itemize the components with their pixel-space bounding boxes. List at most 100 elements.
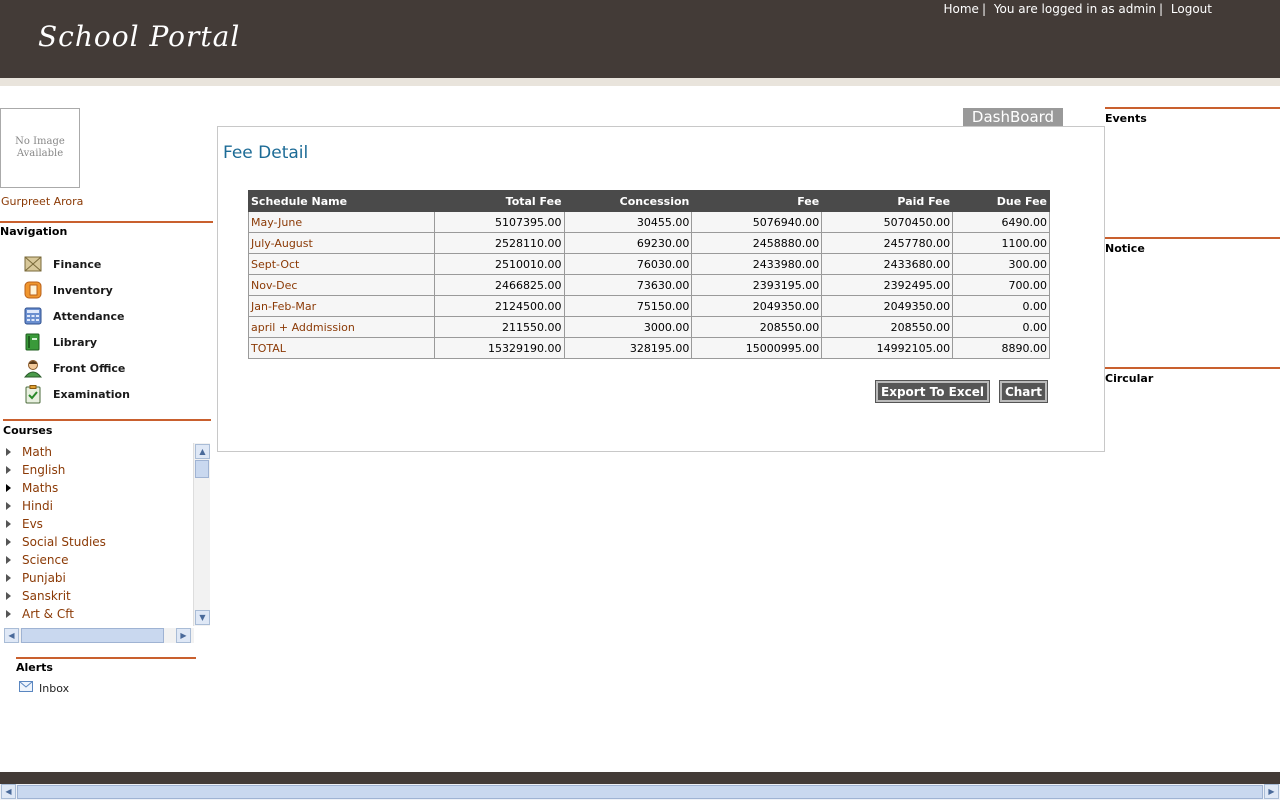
course-item-punjabi[interactable]: Punjabi bbox=[0, 569, 193, 587]
table-cell: 1100.00 bbox=[952, 232, 1050, 254]
column-header: Due Fee bbox=[952, 190, 1050, 212]
table-cell: 76030.00 bbox=[563, 253, 693, 275]
fee-table: Schedule Name Total Fee Concession Fee P… bbox=[248, 190, 1050, 359]
course-list: Math English Maths Hindi Evs Social Stud… bbox=[0, 443, 193, 625]
nav-item-library[interactable]: Library bbox=[22, 331, 97, 353]
course-item-social-studies[interactable]: Social Studies bbox=[0, 533, 193, 551]
scroll-thumb[interactable] bbox=[17, 785, 1263, 799]
table-cell[interactable]: Sept-Oct bbox=[248, 253, 435, 275]
export-to-excel-button[interactable]: Export To Excel bbox=[875, 380, 990, 403]
navigation-title: Navigation bbox=[0, 225, 68, 238]
table-cell: 2457780.00 bbox=[821, 232, 954, 254]
course-item-art-cft[interactable]: Art & Cft bbox=[0, 605, 193, 623]
separator: | bbox=[981, 2, 986, 16]
nav-item-finance[interactable]: Finance bbox=[22, 253, 101, 275]
scroll-right-icon[interactable]: ▶ bbox=[1264, 784, 1279, 799]
table-cell: 69230.00 bbox=[563, 232, 693, 254]
table-cell[interactable]: Jan-Feb-Mar bbox=[248, 295, 435, 317]
table-cell: 2528110.00 bbox=[433, 232, 565, 254]
course-label: Math bbox=[22, 445, 53, 459]
nav-item-front-office[interactable]: Front Office bbox=[22, 357, 125, 379]
expand-arrow-icon[interactable] bbox=[6, 556, 11, 564]
expand-arrow-icon[interactable] bbox=[6, 448, 11, 456]
table-cell[interactable]: May-June bbox=[248, 211, 435, 233]
table-cell: 211550.00 bbox=[433, 316, 565, 338]
course-item-maths[interactable]: Maths bbox=[0, 479, 193, 497]
course-item-sanskrit[interactable]: Sanskrit bbox=[0, 587, 193, 605]
course-item-evs[interactable]: Evs bbox=[0, 515, 193, 533]
inventory-icon bbox=[22, 279, 44, 301]
expand-arrow-icon[interactable] bbox=[6, 610, 11, 618]
courses-vertical-scrollbar[interactable]: ▲ ▼ bbox=[193, 443, 210, 626]
courses-divider bbox=[3, 419, 211, 421]
home-link[interactable]: Home bbox=[944, 2, 979, 16]
inbox-label: Inbox bbox=[39, 681, 70, 695]
scroll-thumb[interactable] bbox=[195, 460, 209, 478]
course-label: Hindi bbox=[22, 499, 53, 513]
table-cell: 2124500.00 bbox=[433, 295, 565, 317]
user-name[interactable]: Gurpreet Arora bbox=[1, 195, 83, 208]
expand-arrow-icon[interactable] bbox=[6, 484, 11, 492]
course-item-hindi[interactable]: Hindi bbox=[0, 497, 193, 515]
chart-button[interactable]: Chart bbox=[999, 380, 1048, 403]
table-cell[interactable]: July-August bbox=[248, 232, 435, 254]
table-row: May-June 5107395.00 30455.00 5076940.00 … bbox=[248, 211, 1050, 233]
footer-bar bbox=[0, 772, 1280, 784]
scroll-down-icon[interactable]: ▼ bbox=[195, 610, 210, 625]
table-row: Jan-Feb-Mar 2124500.00 75150.00 2049350.… bbox=[248, 295, 1050, 317]
scroll-left-icon[interactable]: ◀ bbox=[1, 784, 16, 799]
table-cell: 15329190.00 bbox=[433, 337, 565, 359]
nav-label: Examination bbox=[53, 387, 130, 401]
scroll-right-icon[interactable]: ▶ bbox=[176, 628, 191, 643]
page-horizontal-scrollbar[interactable]: ◀ ▶ bbox=[0, 784, 1280, 800]
table-cell: 700.00 bbox=[952, 274, 1050, 296]
expand-arrow-icon[interactable] bbox=[6, 574, 11, 582]
course-item-english[interactable]: English bbox=[0, 461, 193, 479]
nav-item-inventory[interactable]: Inventory bbox=[22, 279, 113, 301]
courses-horizontal-scrollbar[interactable]: ◀ ▶ bbox=[4, 628, 194, 643]
column-header: Fee bbox=[691, 190, 823, 212]
table-cell[interactable]: Nov-Dec bbox=[248, 274, 435, 296]
table-header-row: Schedule Name Total Fee Concession Fee P… bbox=[248, 190, 1050, 212]
table-cell: 2510010.00 bbox=[433, 253, 565, 275]
table-cell: 73630.00 bbox=[563, 274, 693, 296]
inbox-link[interactable]: Inbox bbox=[19, 681, 69, 695]
library-icon bbox=[22, 331, 44, 353]
attendance-icon bbox=[22, 305, 44, 327]
courses-title: Courses bbox=[3, 424, 53, 437]
scroll-left-icon[interactable]: ◀ bbox=[4, 628, 19, 643]
table-row: Sept-Oct 2510010.00 76030.00 2433980.00 … bbox=[248, 253, 1050, 275]
expand-arrow-icon[interactable] bbox=[6, 592, 11, 600]
table-cell: 3000.00 bbox=[563, 316, 693, 338]
nav-label: Finance bbox=[53, 257, 102, 271]
course-item-math[interactable]: Math bbox=[0, 443, 193, 461]
course-label: Evs bbox=[22, 517, 43, 531]
course-item-science[interactable]: Science bbox=[0, 551, 193, 569]
circular-divider bbox=[1105, 367, 1280, 369]
course-label: Maths bbox=[22, 481, 59, 495]
scroll-up-icon[interactable]: ▲ bbox=[195, 444, 210, 459]
nav-item-attendance[interactable]: Attendance bbox=[22, 305, 124, 327]
dashboard-tab[interactable]: DashBoard bbox=[963, 108, 1063, 126]
nav-label: Library bbox=[53, 335, 98, 349]
expand-arrow-icon[interactable] bbox=[6, 466, 11, 474]
expand-arrow-icon[interactable] bbox=[6, 520, 11, 528]
course-label: Art & Cft bbox=[22, 607, 74, 621]
courses-tree: Math English Maths Hindi Evs Social Stud… bbox=[0, 443, 210, 643]
logout-link[interactable]: Logout bbox=[1171, 2, 1212, 16]
header-strip bbox=[0, 78, 1280, 86]
notice-title: Notice bbox=[1105, 242, 1145, 255]
table-cell: 30455.00 bbox=[563, 211, 693, 233]
table-cell: 0.00 bbox=[952, 316, 1050, 338]
nav-label: Front Office bbox=[53, 361, 126, 375]
table-cell[interactable]: april + Addmission bbox=[248, 316, 435, 338]
course-label: Social Studies bbox=[22, 535, 106, 549]
table-cell: 2458880.00 bbox=[691, 232, 823, 254]
table-cell: 208550.00 bbox=[691, 316, 823, 338]
expand-arrow-icon[interactable] bbox=[6, 502, 11, 510]
scroll-thumb[interactable] bbox=[21, 628, 164, 643]
nav-label: Inventory bbox=[53, 283, 113, 297]
expand-arrow-icon[interactable] bbox=[6, 538, 11, 546]
table-cell: 208550.00 bbox=[821, 316, 954, 338]
nav-item-examination[interactable]: Examination bbox=[22, 383, 130, 405]
